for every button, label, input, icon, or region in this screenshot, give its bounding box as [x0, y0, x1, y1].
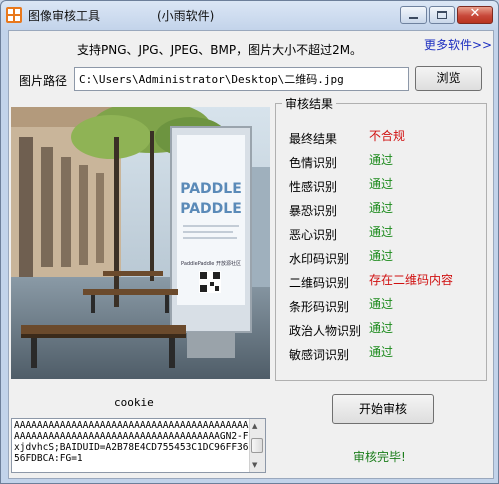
result-label: 色情识别 [289, 156, 338, 170]
client-area: 支持PNG、JPG、JPEG、BMP，图片大小不超过2M。 更多软件>> 图片路… [8, 30, 494, 479]
result-label: 恶心识别 [289, 228, 338, 242]
image-path-input[interactable]: C:\Users\Administrator\Desktop\二维码.jpg [74, 67, 409, 91]
start-review-button[interactable]: 开始审核 [332, 394, 434, 424]
poster-title-1: PADDLE [180, 181, 242, 197]
review-results-title: 审核结果 [282, 95, 337, 112]
result-label: 敏感词识别 [289, 348, 350, 362]
window-title: 图像审核工具 [28, 9, 101, 23]
image-path-label: 图片路径 [19, 74, 68, 88]
result-value: 不合规 [369, 129, 406, 143]
result-value: 通过 [369, 201, 394, 215]
cookie-textarea[interactable]: AAAAAAAAAAAAAAAAAAAAAAAAAAAAAAAAAAAAAAAA… [11, 418, 266, 473]
scroll-thumb[interactable] [251, 438, 263, 453]
cookie-scrollbar[interactable]: ▲ ▼ [249, 419, 265, 472]
result-value: 通过 [369, 297, 394, 311]
maximize-icon [437, 11, 447, 19]
scroll-up-icon[interactable]: ▲ [252, 422, 257, 430]
app-icon [6, 7, 22, 23]
format-description: 支持PNG、JPG、JPEG、BMP，图片大小不超过2M。 [77, 43, 363, 57]
title-bar[interactable]: 图像审核工具 (小雨软件) ✕ [1, 1, 498, 29]
image-preview: PADDLE PADDLE PaddlePaddle 开放源社区 [11, 107, 270, 379]
result-value: 存在二维码内容 [369, 273, 454, 287]
poster-title-2: PADDLE [180, 201, 242, 217]
result-value: 通过 [369, 225, 394, 239]
result-label: 二维码识别 [289, 276, 350, 290]
close-icon: ✕ [469, 6, 481, 21]
result-value: 通过 [369, 153, 394, 167]
result-label: 最终结果 [289, 132, 338, 146]
review-results-group: 审核结果 最终结果 不合规 色情识别 通过 性感识别 通过 暴恐识别 通过 恶心识别 通过 水印码识… [275, 95, 487, 381]
qr-code-image [199, 271, 221, 293]
result-value: 通过 [369, 345, 394, 359]
result-value: 通过 [369, 177, 394, 191]
result-value: 通过 [369, 321, 394, 335]
app-window: 图像审核工具 (小雨软件) ✕ 支持PNG、JPG、JPEG、BMP，图片大小不… [0, 0, 499, 484]
result-label: 暴恐识别 [289, 204, 338, 218]
window-subtitle: (小雨软件) [157, 9, 215, 23]
result-label: 政治人物识别 [289, 324, 362, 338]
result-label: 性感识别 [289, 180, 338, 194]
minimize-button[interactable] [400, 6, 427, 24]
more-software-link[interactable]: 更多软件>> [424, 36, 492, 53]
maximize-button[interactable] [429, 6, 455, 24]
close-button[interactable]: ✕ [457, 6, 493, 24]
result-value: 通过 [369, 249, 394, 263]
minimize-icon [409, 17, 418, 19]
review-status-text: 审核完毕! [353, 450, 406, 464]
result-label: 水印码识别 [289, 252, 350, 266]
cookie-value: AAAAAAAAAAAAAAAAAAAAAAAAAAAAAAAAAAAAAAAA… [14, 420, 249, 464]
result-label: 条形码识别 [289, 300, 350, 314]
browse-button[interactable]: 浏览 [415, 66, 482, 91]
poster-footer: PaddlePaddle 开放源社区 [181, 260, 241, 267]
street-photo: PADDLE PADDLE PaddlePaddle 开放源社区 [11, 107, 270, 379]
cookie-label: cookie [114, 396, 154, 409]
scroll-down-icon[interactable]: ▼ [252, 461, 257, 469]
